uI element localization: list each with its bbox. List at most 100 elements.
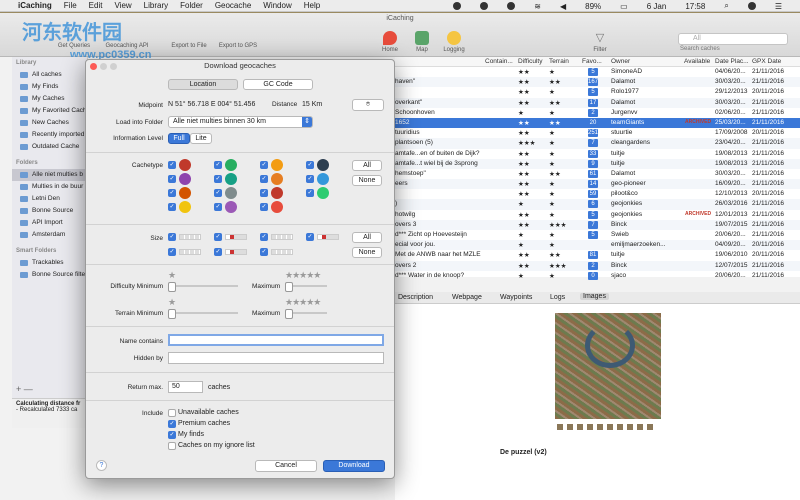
thumbnail[interactable] (566, 423, 574, 431)
difficulty-min-stars[interactable]: ★ (168, 270, 176, 281)
thumbnail[interactable] (636, 423, 644, 431)
col-difficulty[interactable]: Difficulty (518, 58, 542, 65)
logging-button[interactable]: Logging (432, 31, 476, 53)
cancel-button[interactable]: Cancel (255, 460, 317, 472)
table-row[interactable]: ) ★ ★ geojonkies 26/03/2016 21/11/2016 6 (395, 199, 800, 210)
cachetype-checkbox[interactable]: ✓ (214, 203, 222, 211)
tab-images[interactable]: Images (580, 293, 609, 300)
menu-file[interactable]: File (64, 1, 77, 10)
volume-icon[interactable]: ◀ (560, 2, 566, 11)
cachetype-checkbox[interactable]: ✓ (214, 189, 222, 197)
unavailable-checkbox[interactable] (168, 409, 176, 417)
menubar-time[interactable]: 17:58 (685, 2, 705, 11)
cachetype-checkbox[interactable]: ✓ (306, 175, 314, 183)
menu-edit[interactable]: Edit (89, 1, 103, 10)
table-row[interactable]: d*** Water in de knoop? ★ ★ sjaco 20/06/20..… (395, 271, 800, 281)
table-row[interactable]: ecial voor jou. ★ ★ emiljmaerzoeken... 04/09… (395, 240, 800, 251)
battery-percent[interactable]: 89% (585, 2, 601, 11)
filter-button[interactable]: ▽ Filter (578, 31, 622, 53)
sidebar-folder-bonne-source[interactable]: Bonne Source (12, 205, 87, 217)
menubar-date[interactable]: 6 Jan (647, 2, 667, 11)
return-max-input[interactable]: 50 (168, 381, 203, 393)
table-row[interactable]: Met de ANWB naar het MZLE ★★ ★★ tuitje 19/06… (395, 250, 800, 260)
cachetype-checkbox[interactable]: ✓ (260, 189, 268, 197)
table-row[interactable]: tuuridius ★★ ★ stuurtie 17/09/2008 20/11/2016… (395, 128, 800, 138)
table-row[interactable]: ★★ ★ Rolo1977 29/12/2013 20/11/2016 5 (395, 87, 800, 97)
export-gps-button[interactable]: Export to GPS (214, 43, 262, 49)
segment-gc-code[interactable]: GC Code (243, 79, 313, 90)
wifi-icon[interactable]: ≋ (534, 2, 541, 11)
menu-geocache[interactable]: Geocache (215, 1, 251, 10)
cachetype-checkbox[interactable]: ✓ (168, 161, 176, 169)
col-available[interactable]: Available (684, 58, 710, 65)
sidebar-folder-amsterdam[interactable]: Amsterdam (12, 229, 87, 241)
hidden-by-input[interactable] (168, 352, 384, 364)
size-checkbox[interactable]: ✓ (168, 248, 176, 256)
download-button[interactable]: Download (323, 460, 385, 472)
cachetype-checkbox[interactable]: ✓ (306, 189, 314, 197)
search-icon[interactable]: ⌕ (724, 1, 728, 11)
col-date-placed[interactable]: Date Plac... (715, 58, 749, 65)
status-icon[interactable] (453, 2, 462, 10)
cachetype-checkbox[interactable]: ✓ (168, 203, 176, 211)
sidebar-item-favorited[interactable]: My Favorited Caches (12, 105, 87, 117)
sidebar-smart-bonne-source[interactable]: Bonne Source filte (12, 269, 87, 281)
size-all-button[interactable]: All (352, 232, 382, 243)
menu-view[interactable]: View (114, 1, 131, 10)
table-row[interactable]: haven" ★★ ★★ Dalamot 30/03/20... 21/11/2016 16… (395, 77, 800, 88)
name-contains-input[interactable] (168, 334, 384, 346)
cachetype-checkbox[interactable]: ✓ (260, 175, 268, 183)
size-checkbox[interactable]: ✓ (260, 248, 268, 256)
sidebar-item-my-caches[interactable]: My Caches (12, 93, 87, 105)
premium-checkbox[interactable]: ✓ (168, 420, 176, 428)
thumbnail[interactable] (586, 423, 594, 431)
menu-library[interactable]: Library (144, 1, 168, 10)
tab-description[interactable]: Description (398, 294, 433, 301)
cachetype-checkbox[interactable]: ✓ (214, 175, 222, 183)
table-row[interactable]: 1652 ★★ ★★ teamGiants 25/03/20... 21/11/2016 2… (395, 117, 800, 129)
col-owner[interactable]: Owner (611, 58, 630, 65)
difficulty-min-slider[interactable] (168, 282, 238, 292)
menu-window[interactable]: Window (263, 1, 291, 10)
table-row[interactable]: Schoonhoven ★ ★ Jurgenvv 02/06/20... 21/11/20… (395, 108, 800, 118)
sidebar-item-all-caches[interactable]: All caches (12, 69, 87, 81)
size-checkbox[interactable]: ✓ (306, 233, 314, 241)
cachetype-checkbox[interactable]: ✓ (214, 161, 222, 169)
ignore-list-checkbox[interactable] (168, 442, 176, 450)
location-pin-button[interactable]: ⌾ (352, 99, 384, 111)
segment-location[interactable]: Location (168, 79, 238, 90)
menu-list-icon[interactable]: ☰ (775, 2, 782, 11)
table-row[interactable]: ★★ ★ SimoneAD 04/06/20... 21/11/2016 5 (395, 67, 800, 77)
size-checkbox[interactable]: ✓ (260, 233, 268, 241)
terrain-max-slider[interactable] (285, 309, 327, 319)
table-row[interactable]: amtafe...en of buiten de Dijk? ★★ ★ tuitje 1… (395, 149, 800, 159)
thumbnail[interactable] (616, 423, 624, 431)
search-input[interactable]: All (678, 33, 788, 45)
tab-logs[interactable]: Logs (550, 294, 565, 301)
size-checkbox[interactable]: ✓ (214, 248, 222, 256)
cachetype-checkbox[interactable]: ✓ (168, 175, 176, 183)
thumbnail[interactable] (626, 423, 634, 431)
folder-popup[interactable]: Alle niet multies binnen 30 km (168, 116, 313, 128)
col-terrain[interactable]: Terrain (549, 58, 569, 65)
help-button[interactable]: ? (96, 460, 107, 471)
table-row[interactable]: eers ★★ ★ geo-pioneer 16/09/20... 21/11/2016 1… (395, 179, 800, 190)
tab-waypoints[interactable]: Waypoints (500, 294, 532, 301)
col-favorites[interactable]: Favo... (582, 58, 602, 65)
size-none-button[interactable]: None (352, 247, 382, 258)
menu-app[interactable]: iCaching (18, 1, 52, 10)
col-container[interactable]: Contain... (485, 58, 513, 65)
cachetype-checkbox[interactable]: ✓ (168, 189, 176, 197)
table-row[interactable]: overs 3 ★★ ★★★ Binck 19/07/2015 21/11/2016 7 (395, 219, 800, 230)
difficulty-max-stars[interactable]: ★★★★★ (285, 270, 321, 281)
cachetype-checkbox[interactable]: ✓ (306, 161, 314, 169)
status-icon[interactable] (507, 2, 516, 10)
sidebar-folder-alle-niet-multies[interactable]: Alle niet multies b (12, 169, 87, 181)
sidebar-folder-api-import[interactable]: API Import (12, 217, 87, 229)
info-full-button[interactable]: Full (168, 133, 190, 144)
terrain-max-stars[interactable]: ★★★★★ (285, 297, 321, 308)
cachetype-checkbox[interactable]: ✓ (260, 161, 268, 169)
sidebar-item-new-caches[interactable]: New Caches (12, 117, 87, 129)
battery-icon[interactable]: ▭ (620, 2, 628, 11)
sidebar-folder-multies[interactable]: Multies in de buur (12, 181, 87, 193)
